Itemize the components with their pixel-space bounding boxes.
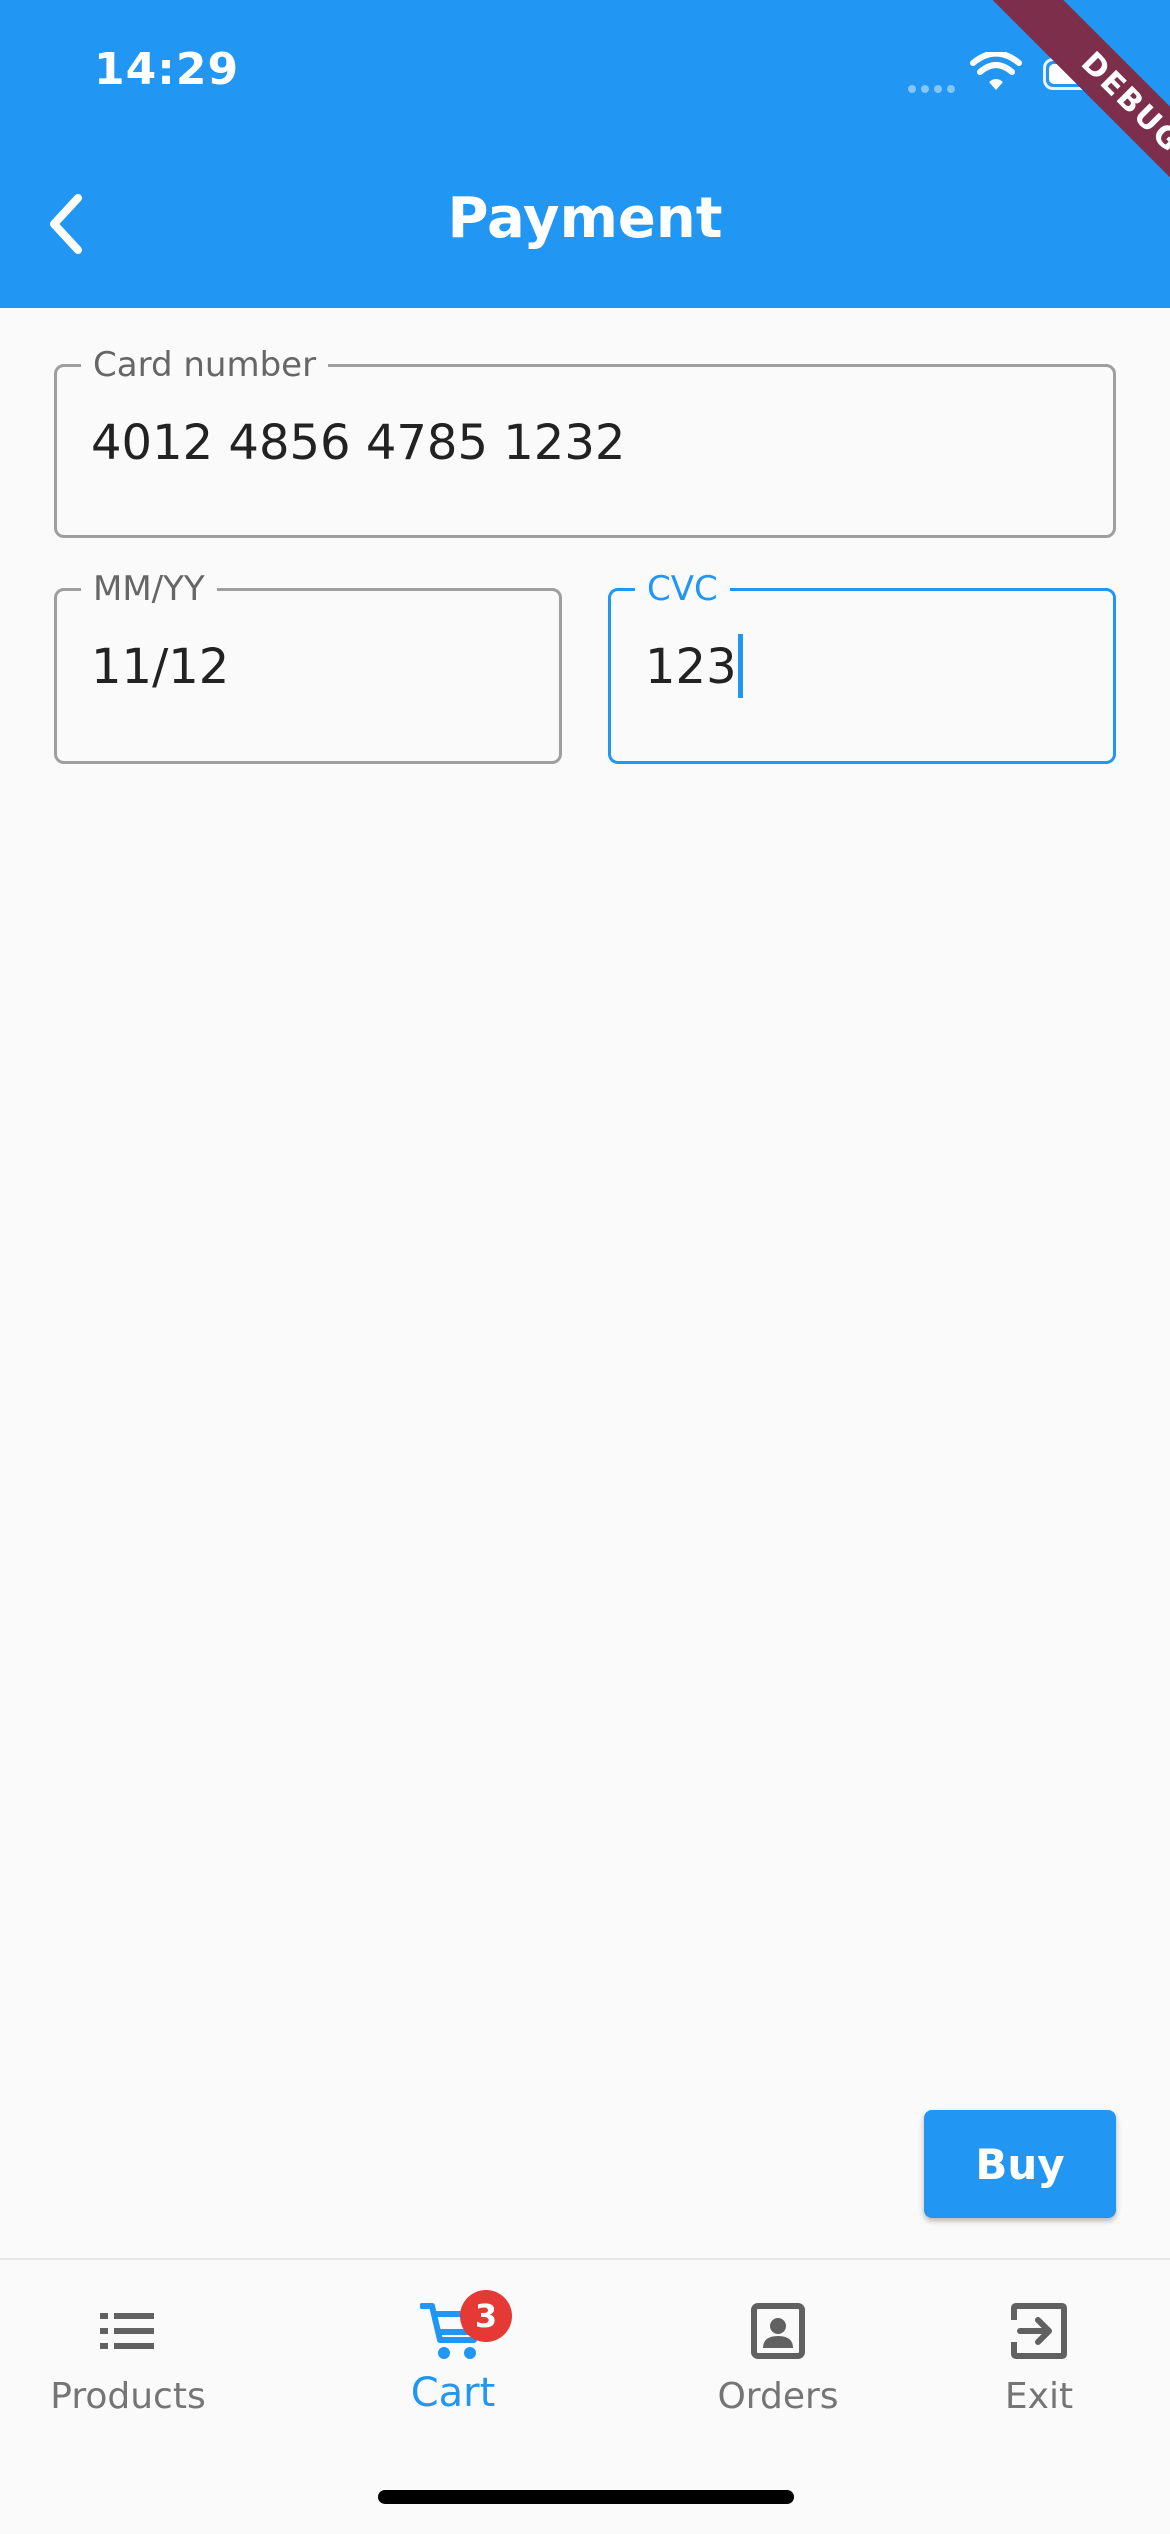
expiry-value: 11/12 [91,639,230,695]
nav-item-products[interactable]: Products [28,2260,228,2460]
cvc-value-wrap: 123 [645,634,743,698]
nav-label-orders: Orders [717,2376,839,2417]
status-time: 14:29 [94,44,240,95]
expiry-field[interactable]: MM/YY 11/12 [54,569,562,764]
list-icon [98,2296,158,2366]
expiry-label: MM/YY [81,569,217,609]
cvc-label: CVC [635,569,730,609]
nav-item-cart[interactable]: 3 Cart [353,2260,553,2460]
text-cursor [737,634,743,698]
nav-item-orders[interactable]: Orders [678,2260,878,2460]
buy-button[interactable]: Buy [924,2110,1116,2218]
portrait-icon [750,2296,806,2366]
shopping-cart-icon: 3 [420,2290,512,2366]
page-title: Payment [447,186,723,251]
nav-label-products: Products [50,2376,206,2417]
nav-label-cart: Cart [410,2370,496,2416]
exit-icon [1010,2296,1068,2366]
cart-count-badge: 3 [460,2290,512,2342]
cvc-value: 123 [645,639,737,695]
card-number-label: Card number [81,345,329,385]
card-number-field[interactable]: Card number 4012 4856 4785 1232 [54,345,1116,538]
nav-item-exit[interactable]: Exit [939,2260,1139,2460]
card-number-value: 4012 4856 4785 1232 [91,415,626,471]
app-bar: 14:29 DEBUG Payment [0,0,1170,308]
nav-label-exit: Exit [1004,2376,1074,2417]
cvc-field[interactable]: CVC 123 [608,569,1116,764]
home-indicator[interactable] [378,2490,794,2504]
wifi-icon [970,50,1022,96]
cellular-signal-icon [908,78,960,97]
